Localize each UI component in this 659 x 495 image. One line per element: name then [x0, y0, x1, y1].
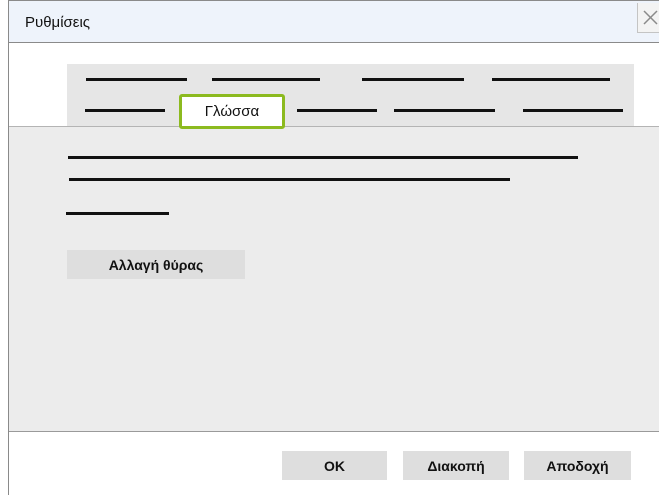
tab-redacted-3[interactable]: [362, 78, 464, 81]
tab-redacted-8[interactable]: [523, 109, 623, 112]
accept-button[interactable]: Αποδοχή: [524, 451, 631, 480]
tab-redacted-4[interactable]: [492, 78, 610, 81]
tab-redacted-7[interactable]: [394, 109, 495, 112]
tab-redacted-2[interactable]: [212, 78, 320, 81]
settings-window: Ρυθμίσεις Γλώσσα Αλλαγή θύρας OK Διακοπή…: [0, 0, 659, 495]
cancel-button[interactable]: Διακοπή: [403, 451, 509, 480]
window-title: Ρυθμίσεις: [25, 14, 91, 31]
title-bar: Ρυθμίσεις: [9, 1, 659, 43]
close-icon: [643, 10, 658, 25]
ok-button[interactable]: OK: [282, 451, 387, 480]
content-text-redacted-2: [69, 178, 510, 181]
tab-redacted-5[interactable]: [85, 109, 165, 112]
tab-redacted-1[interactable]: [86, 78, 187, 81]
tab-strip: [67, 64, 634, 126]
change-port-button[interactable]: Αλλαγή θύρας: [67, 250, 245, 279]
tab-language[interactable]: Γλώσσα: [179, 94, 285, 129]
tab-redacted-6[interactable]: [297, 109, 377, 112]
tab-content-panel: [9, 126, 659, 432]
content-text-redacted-1: [68, 156, 578, 159]
content-text-redacted-3: [66, 212, 169, 215]
close-button[interactable]: [637, 3, 659, 33]
